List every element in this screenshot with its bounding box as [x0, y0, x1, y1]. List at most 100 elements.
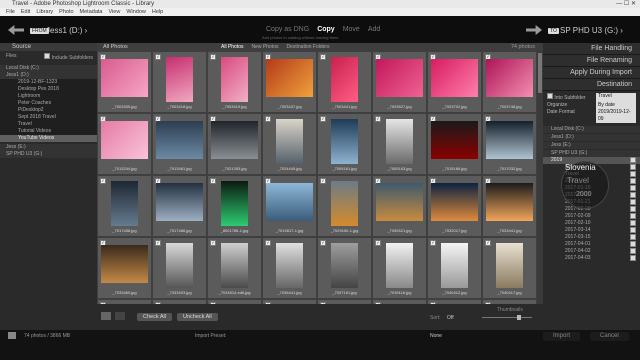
destination-folder[interactable]: 2017-02-09	[543, 213, 640, 220]
photo-thumbnail[interactable]: ✓ _7017032.jpg	[482, 113, 537, 175]
photo-thumbnail[interactable]: ✓ _7036441.jpg	[262, 237, 317, 299]
photo-thumbnail[interactable]: ✓ _8001786-1.jpg	[207, 175, 262, 237]
menu-item-photo[interactable]: Photo	[59, 9, 73, 15]
source-folder[interactable]: 2019-12-BF-1323	[0, 79, 97, 86]
destination-volume-row[interactable]: Local Disk (C:)	[543, 126, 640, 133]
photo-checkbox-icon[interactable]: ✓	[375, 116, 381, 122]
import-preset-value[interactable]: None	[430, 332, 442, 341]
photo-thumbnail[interactable]: ✓ _7013481.jpg	[152, 113, 207, 175]
destination-folder[interactable]: 2017-03-15	[543, 234, 640, 241]
checkbox-icon[interactable]	[44, 53, 51, 59]
photo-checkbox-icon[interactable]: ✓	[430, 240, 436, 246]
subfolder-name-input[interactable]: Travel	[596, 93, 636, 102]
photo-checkbox-icon[interactable]: ✓	[485, 240, 491, 246]
checkbox-icon[interactable]	[630, 220, 636, 226]
photo-checkbox-icon[interactable]: ✓	[320, 240, 326, 246]
photo-thumbnail[interactable]: ✓ _7033493.jpg	[152, 237, 207, 299]
filter-destination-folders[interactable]: Destination Folders	[286, 44, 329, 50]
checkbox-icon[interactable]	[547, 93, 553, 99]
sort-value[interactable]: Off	[447, 315, 454, 321]
mode-copy[interactable]: Copy	[317, 26, 335, 33]
apply-during-import-panel[interactable]: Apply During Import	[543, 67, 640, 79]
photo-thumbnail[interactable]: ✓ _7034514-edit.jpg	[207, 237, 262, 299]
destination-folder[interactable]: 2017-04-01	[543, 241, 640, 248]
photo-thumbnail[interactable]: ✓ _7039116.jpg	[372, 237, 427, 299]
expand-icon[interactable]	[8, 332, 16, 339]
photo-checkbox-icon[interactable]: ✓	[210, 178, 216, 184]
source-header[interactable]: Source	[0, 43, 97, 51]
photo-thumbnail[interactable]: ✓ _7030521.jpg	[372, 175, 427, 237]
filter-new-photos[interactable]: New Photos	[252, 44, 279, 50]
photo-thumbnail[interactable]: ✓ _7003419.jpg	[207, 51, 262, 113]
checkbox-icon[interactable]	[630, 248, 636, 254]
photo-thumbnail[interactable]: ✓ _7040412.jpg	[427, 237, 482, 299]
photo-checkbox-icon[interactable]: ✓	[320, 116, 326, 122]
photo-thumbnail[interactable]: ✓ _7003702.jpg	[427, 51, 482, 113]
into-subfolder[interactable]: Into Subfolder	[547, 93, 586, 102]
forward-arrow-icon[interactable]	[526, 25, 542, 35]
source-folder[interactable]: Tutorial Videos	[0, 128, 97, 135]
checkbox-icon[interactable]	[630, 171, 636, 177]
checkbox-icon[interactable]	[630, 255, 636, 261]
file-handling-panel[interactable]: File Handling	[543, 43, 640, 55]
photo-thumbnail[interactable]: ✓ _7017458.jpg	[97, 175, 152, 237]
source-folder[interactable]: PiDesktop2	[0, 107, 97, 114]
checkbox-icon[interactable]	[630, 199, 636, 205]
organize-select[interactable]: By date	[596, 102, 636, 109]
destination-volume-row[interactable]: Jess (E:)	[543, 142, 640, 149]
uncheck-all-button[interactable]: Uncheck All	[177, 313, 218, 321]
photo-checkbox-icon[interactable]: ✓	[265, 240, 271, 246]
menu-item-window[interactable]: Window	[126, 9, 146, 15]
photo-checkbox-icon[interactable]: ✓	[320, 178, 326, 184]
file-renaming-panel[interactable]: File Renaming	[543, 55, 640, 67]
source-folder[interactable]: Desktop Pes 2018	[0, 86, 97, 93]
photo-thumbnail[interactable]: ✓ _7013244.jpg	[97, 113, 152, 175]
photo-checkbox-icon[interactable]: ✓	[100, 178, 106, 184]
volume-e[interactable]: Jess (E:)	[0, 144, 97, 151]
photo-checkbox-icon[interactable]: ✓	[375, 240, 381, 246]
mode-add[interactable]: Add	[368, 26, 380, 33]
check-all-button[interactable]: Check All	[137, 313, 172, 321]
import-button[interactable]: Import	[543, 332, 581, 341]
photo-thumbnail[interactable]: ✓ _7024449.jpg	[262, 113, 317, 175]
photo-thumbnail[interactable]: ✓ _7003441.jpg	[317, 51, 372, 113]
checkbox-icon[interactable]	[630, 227, 636, 233]
checkbox-icon[interactable]	[630, 192, 636, 198]
checkbox-icon[interactable]	[630, 185, 636, 191]
source-folder[interactable]: Travel	[0, 121, 97, 128]
volume-c[interactable]: Local Disk (C:)	[0, 65, 97, 72]
destination-folder[interactable]: 2017-02-10	[543, 220, 640, 227]
destination-volume-row[interactable]: Jess1 (D:)	[543, 134, 640, 141]
photo-checkbox-icon[interactable]: ✓	[155, 54, 161, 60]
destination-folder[interactable]: 2017-04-03	[543, 255, 640, 262]
photo-thumbnail[interactable]: ✓ _7005163.jpg	[372, 113, 427, 175]
destination-panel-header[interactable]: Destination	[543, 79, 640, 91]
photo-thumbnail[interactable]: ✓ _7017486.jpg	[152, 175, 207, 237]
slider-handle[interactable]	[517, 315, 521, 320]
checkbox-icon[interactable]	[630, 206, 636, 212]
photo-checkbox-icon[interactable]: ✓	[320, 54, 326, 60]
photo-thumbnail[interactable]: ✓ _7015166.jpg	[427, 113, 482, 175]
photo-thumbnail[interactable]: ✓ _7040417.jpg	[482, 237, 537, 299]
include-subfolders[interactable]: Include Subfolders	[44, 53, 93, 62]
source-volume[interactable]: Jess1 (D:) ›	[46, 26, 87, 35]
checkbox-icon[interactable]	[630, 178, 636, 184]
photo-thumbnail[interactable]: ✓ _7003437.jpg	[262, 51, 317, 113]
cancel-button[interactable]: Cancel	[590, 332, 629, 341]
photo-thumbnail[interactable]: ✓ _7005161.jpg	[317, 113, 372, 175]
destination-volume-row[interactable]: SP PHD U3 (G:)	[543, 150, 640, 157]
loupe-view-icon[interactable]	[115, 312, 125, 320]
source-folder[interactable]: Sept 2018 Travel	[0, 114, 97, 121]
photo-thumbnail[interactable]: ✓ _7003418.jpg	[152, 51, 207, 113]
photo-thumbnail[interactable]: ✓ _7029150-1.jpg	[317, 175, 372, 237]
source-folder[interactable]: Peter Coaches	[0, 100, 97, 107]
source-folder[interactable]: Lightroom	[0, 93, 97, 100]
photo-checkbox-icon[interactable]: ✓	[155, 240, 161, 246]
menu-item-edit[interactable]: Edit	[21, 9, 30, 15]
photo-checkbox-icon[interactable]: ✓	[265, 116, 271, 122]
photo-thumbnail[interactable]: ✓ _7021393.jpg	[207, 113, 262, 175]
photo-thumbnail[interactable]: ✓ _7032017.jpg	[427, 175, 482, 237]
checkbox-icon[interactable]	[630, 164, 636, 170]
filter-all-photos[interactable]: All Photos	[221, 44, 244, 50]
destination-folder[interactable]: 2017-04-02	[543, 248, 640, 255]
